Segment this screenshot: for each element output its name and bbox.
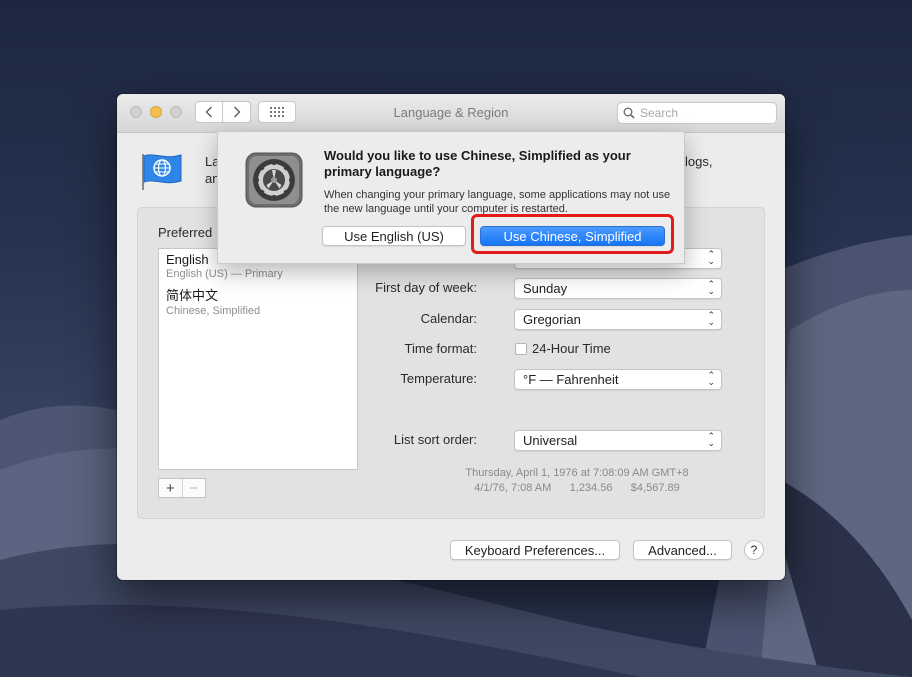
language-subtitle: English (US) — Primary [166,268,283,280]
temperature-value: °F — Fahrenheit [523,372,619,387]
up-down-chevron-icon: ⌃ ⌄ [707,310,715,327]
calendar-value: Gregorian [523,312,581,327]
first-day-popup[interactable]: Sunday ⌃ ⌄ [514,278,722,299]
search-field[interactable] [617,102,777,124]
use-english-button[interactable]: Use English (US) [322,226,466,246]
search-icon [623,107,635,119]
date-format-sample: Thursday, April 1, 1976 at 7:08:09 AM GM… [465,467,689,479]
language-flag-icon [142,154,182,190]
list-sort-order-label: List sort order: [393,432,477,447]
temperature-label: Temperature: [400,371,477,386]
add-remove-control: + − [158,478,206,498]
keyboard-preferences-button[interactable]: Keyboard Preferences... [450,540,620,560]
calendar-popup[interactable]: Gregorian ⌃ ⌄ [514,309,722,330]
24-hour-time-checkbox[interactable] [515,343,527,355]
up-down-chevron-icon: ⌃ ⌄ [707,279,715,296]
dialog-message: When changing your primary language, som… [324,189,671,215]
red-highlight-annotation [471,214,674,254]
calendar-label: Calendar: [420,311,477,326]
temperature-popup[interactable]: °F — Fahrenheit ⌃ ⌄ [514,369,722,390]
system-preferences-gear-icon [245,152,303,208]
dialog-title: Would you like to use Chinese, Simplifie… [324,148,631,179]
time-format-label: Time format: [404,341,477,356]
preferred-languages-label: Preferred [158,225,213,240]
preferred-languages-list[interactable]: English English (US) — Primary 简体中文 Chin… [158,248,358,470]
first-day-label: First day of week: [375,280,477,295]
language-subtitle: Chinese, Simplified [166,305,261,317]
up-down-chevron-icon: ⌃ ⌄ [707,431,715,448]
header-description-end: logs, [685,154,713,169]
first-day-value: Sunday [523,281,568,296]
list-sort-order-value: Universal [523,433,578,448]
24-hour-time-label[interactable]: 24-Hour Time [532,341,611,356]
advanced-button[interactable]: Advanced... [633,540,732,560]
remove-language-button[interactable]: − [181,479,206,497]
help-button[interactable]: ? [744,540,764,560]
list-item[interactable]: 简体中文 Chinese, Simplified [159,282,357,319]
language-name: 简体中文 [166,288,219,303]
list-sort-order-popup[interactable]: Universal ⌃ ⌄ [514,430,722,451]
number-format-sample: 4/1/76, 7:08 AM 1,234.56 $4,567.89 [474,482,680,494]
add-language-button[interactable]: + [159,479,182,497]
search-input[interactable] [640,106,765,120]
title-bar: Language & Region [117,94,785,133]
up-down-chevron-icon: ⌃ ⌄ [707,249,715,266]
up-down-chevron-icon: ⌃ ⌄ [707,370,715,387]
